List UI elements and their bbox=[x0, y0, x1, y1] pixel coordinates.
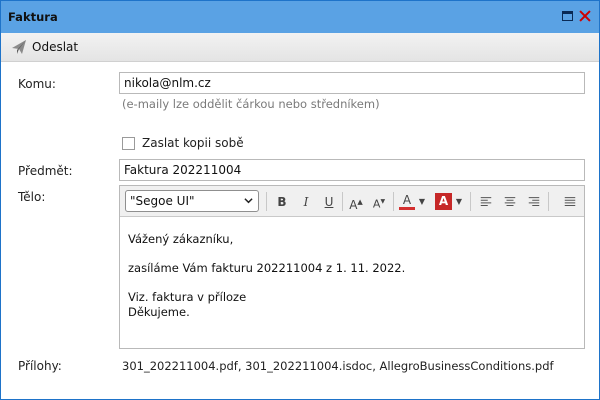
align-left-icon[interactable] bbox=[478, 193, 494, 211]
shrink-font-button[interactable]: A▼ bbox=[370, 193, 388, 211]
window-title: Faktura bbox=[8, 10, 58, 24]
align-center-icon[interactable] bbox=[502, 193, 518, 211]
close-icon[interactable] bbox=[578, 9, 592, 23]
attachments-label: Přílohy: bbox=[18, 359, 62, 373]
to-hint: (e-maily lze oddělit čárkou nebo střední… bbox=[122, 97, 380, 111]
title-bar: Faktura bbox=[1, 1, 599, 33]
italic-button[interactable]: I bbox=[298, 193, 314, 211]
send-copy-checkbox[interactable] bbox=[122, 136, 135, 150]
send-copy-checkbox-row[interactable]: Zaslat kopii sobě bbox=[122, 136, 244, 150]
subject-label: Předmět: bbox=[18, 164, 73, 178]
align-right-icon[interactable] bbox=[526, 193, 542, 211]
to-label: Komu: bbox=[18, 77, 56, 91]
toolbar-separator bbox=[266, 192, 267, 211]
invoice-email-window: Faktura Odeslat Komu: nikola@nlm.cz (e-m… bbox=[0, 0, 600, 400]
body-label: Tělo: bbox=[18, 190, 46, 204]
underline-button[interactable]: U bbox=[321, 193, 337, 211]
highlight-button[interactable]: A bbox=[435, 193, 452, 210]
body-line: Viz. faktura v příloze bbox=[128, 290, 247, 304]
font-color-dropdown-icon[interactable]: ▼ bbox=[417, 193, 427, 211]
body-line: Děkujeme. bbox=[128, 305, 190, 319]
to-field[interactable]: nikola@nlm.cz bbox=[119, 72, 585, 94]
editor-content[interactable]: Vážený zákazníku, zasíláme Vám fakturu 2… bbox=[128, 232, 405, 320]
bold-button[interactable]: B bbox=[274, 193, 290, 211]
maximize-icon[interactable] bbox=[561, 9, 575, 23]
subject-field[interactable]: Faktura 202211004 bbox=[119, 159, 585, 181]
toolbar-separator bbox=[548, 192, 549, 211]
editor-toolbar: "Segoe UI" B I U A▲ A▼ A ▼ A ▼ bbox=[120, 186, 584, 217]
highlight-dropdown-icon[interactable]: ▼ bbox=[454, 193, 464, 211]
attachments-value: 301_202211004.pdf, 301_202211004.isdoc, … bbox=[122, 359, 554, 373]
body-line: zasíláme Vám fakturu 202211004 z 1. 11. … bbox=[128, 261, 406, 275]
toolbar: Odeslat bbox=[1, 33, 599, 62]
justify-icon[interactable] bbox=[562, 193, 578, 211]
grow-font-button[interactable]: A▲ bbox=[347, 193, 365, 212]
font-family-value: "Segoe UI" bbox=[130, 194, 195, 208]
toolbar-separator bbox=[470, 192, 471, 211]
send-button-label: Odeslat bbox=[32, 40, 79, 54]
body-editor: "Segoe UI" B I U A▲ A▼ A ▼ A ▼ Vážený zá… bbox=[119, 185, 585, 349]
send-button[interactable]: Odeslat bbox=[7, 36, 82, 58]
toolbar-separator bbox=[393, 192, 394, 211]
chevron-down-icon bbox=[244, 198, 253, 204]
font-color-button[interactable]: A bbox=[399, 193, 415, 210]
toolbar-separator bbox=[342, 192, 343, 211]
paper-plane-icon bbox=[12, 40, 26, 54]
body-line: Vážený zákazníku, bbox=[128, 232, 234, 246]
font-family-select[interactable]: "Segoe UI" bbox=[125, 190, 259, 212]
send-copy-label: Zaslat kopii sobě bbox=[142, 136, 244, 150]
